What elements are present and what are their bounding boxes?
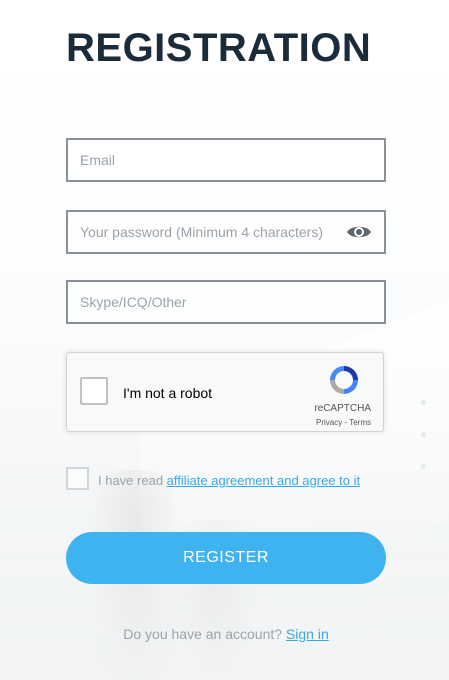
email-field-wrapper (66, 138, 386, 182)
eye-icon[interactable] (346, 223, 372, 241)
email-field[interactable] (68, 140, 384, 180)
signin-row: Do you have an account? Sign in (66, 626, 386, 642)
recaptcha-terms-link[interactable]: Privacy - Terms (316, 418, 371, 427)
recaptcha-brand: reCAPTCHA (314, 403, 371, 414)
page-title: REGISTRATION (66, 26, 372, 70)
messenger-field-wrapper (66, 280, 386, 324)
messenger-field[interactable] (68, 282, 384, 322)
signin-prompt: Do you have an account? (123, 626, 286, 642)
password-field[interactable] (68, 212, 384, 252)
slider-dot[interactable] (421, 400, 426, 405)
signin-link[interactable]: Sign in (286, 626, 329, 642)
agreement-prefix: I have read (98, 473, 167, 488)
recaptcha-logo-icon (327, 363, 361, 397)
slider-dot[interactable] (421, 464, 426, 469)
recaptcha-widget: I'm not a robot reCAPTCHA Privacy - Term… (66, 352, 384, 432)
agreement-checkbox[interactable] (66, 467, 89, 490)
slider-dots (421, 400, 426, 496)
recaptcha-checkbox[interactable] (80, 377, 108, 405)
password-field-wrapper (66, 210, 386, 254)
register-button[interactable]: REGISTER (66, 532, 386, 584)
recaptcha-label: I'm not a robot (123, 385, 213, 401)
agreement-text: I have read affiliate agreement and agre… (98, 473, 360, 488)
agreement-row: I have read affiliate agreement and agre… (66, 466, 396, 490)
affiliate-agreement-link[interactable]: affiliate agreement and agree to it (167, 473, 360, 488)
slider-dot[interactable] (421, 432, 426, 437)
